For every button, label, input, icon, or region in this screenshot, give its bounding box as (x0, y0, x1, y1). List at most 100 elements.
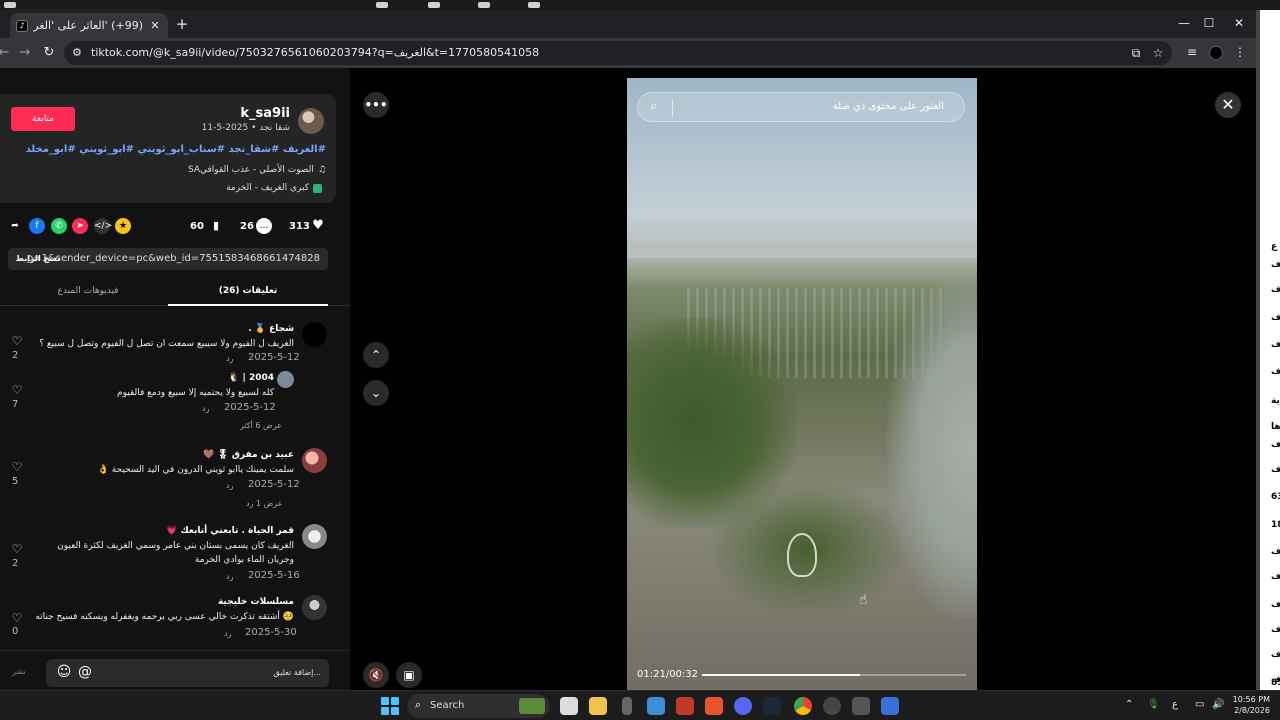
steam-icon[interactable] (763, 697, 781, 715)
cutoff-text: ف (1271, 465, 1280, 475)
profile-avatar[interactable] (1209, 46, 1223, 60)
reply-link[interactable]: رد (202, 404, 209, 413)
language-indicator[interactable]: ع (1172, 699, 1178, 710)
app-icon[interactable] (647, 697, 665, 715)
reload-icon[interactable]: ↻ (41, 45, 57, 60)
comment-avatar[interactable] (302, 448, 327, 473)
embed-gold-icon[interactable]: ★ (115, 218, 131, 234)
reply-link[interactable]: رد (226, 481, 233, 490)
comment-author[interactable]: قمر الحياة . تابعني أتابعك 💗 (166, 526, 294, 536)
music-note-icon: ♫ (317, 165, 326, 175)
bookmark-star-icon[interactable]: ☆ (1151, 46, 1165, 60)
heart-icon[interactable]: ♥ (310, 218, 326, 234)
heart-icon[interactable]: ♡ (10, 383, 24, 397)
url-text[interactable]: tiktok.com/@k_sa9ii/video/75032765610602… (91, 46, 539, 59)
tab-comments[interactable]: تعليقات (26) (168, 286, 328, 296)
menu-icon[interactable]: ⋮ (1232, 45, 1248, 59)
share-icon[interactable]: ➦ (7, 218, 23, 234)
progress-bar[interactable] (702, 674, 966, 676)
related-search-text[interactable]: العثور على محتوى ذي صلة (833, 101, 944, 112)
related-search-bar[interactable]: ⌕ العثور على محتوى ذي صلة (637, 92, 965, 122)
comment-avatar[interactable] (302, 524, 327, 549)
app-icon[interactable] (622, 697, 632, 715)
strip-item (4, 2, 16, 8)
app-icon[interactable] (852, 697, 870, 715)
facebook-icon[interactable]: f (29, 218, 45, 234)
file-explorer-icon[interactable] (589, 697, 607, 715)
app-icon[interactable] (881, 697, 899, 715)
hashtags[interactable]: #الغريف #شقا_نجد #سناب_ابو_ثويني #ابو_ثو… (26, 144, 326, 155)
network-icon[interactable]: ▭ (1195, 699, 1204, 710)
site-info-icon[interactable]: ⚙ (72, 46, 82, 59)
heart-icon[interactable]: ♡ (10, 460, 24, 474)
pip-icon[interactable]: ▣ (396, 662, 422, 688)
more-dots-icon[interactable]: ••• (363, 92, 389, 118)
comment-like-count: 2 (12, 350, 19, 361)
window-close-icon[interactable]: ✕ (1230, 16, 1248, 30)
music-title[interactable]: الصوت الأصلي - عذب القوافيSA (188, 165, 314, 175)
reply-link[interactable]: رد (226, 354, 233, 363)
mute-icon[interactable]: 🔇 (363, 662, 389, 688)
close-tab-icon[interactable]: ✕ (148, 19, 162, 32)
chrome-icon[interactable] (794, 697, 812, 715)
emoji-icon[interactable]: ☺ (56, 664, 72, 680)
video-player[interactable]: ⌕ العثور على محتوى ذي صلة 01:21/00:32 ☝ (627, 78, 977, 698)
view-replies-link[interactable]: عرض 1 رد (246, 499, 282, 508)
new-tab-button[interactable]: + (174, 15, 190, 33)
heart-icon[interactable]: ♡ (10, 611, 24, 625)
heart-icon[interactable]: ♡ (10, 542, 24, 556)
comment-author[interactable]: 2004 | 🐧 (228, 373, 274, 383)
music-line[interactable]: ♫ الصوت الأصلي - عذب القوافيSA (188, 165, 326, 175)
comment-avatar[interactable] (277, 371, 294, 388)
forward-icon[interactable]: → (17, 45, 33, 60)
volume-icon[interactable]: 🔊 (1212, 699, 1224, 710)
app-icon[interactable] (676, 697, 694, 715)
tab-creator-videos[interactable]: فيديوهات المبدع (8, 286, 168, 296)
minimize-icon[interactable]: — (1175, 16, 1193, 30)
mic-icon[interactable]: 🎙 (1147, 699, 1160, 710)
whatsapp-icon[interactable]: ✆ (51, 218, 67, 234)
comment-avatar[interactable] (302, 595, 327, 620)
chevron-down-icon[interactable]: ⌄ (363, 380, 389, 406)
follow-button[interactable]: متابعة (11, 107, 75, 131)
media-icon[interactable]: ≡ (1184, 45, 1200, 59)
comment-like-count: 2 (12, 558, 19, 569)
system-clock[interactable]: 10:56 PM 2/8/2026 (1228, 694, 1270, 716)
address-bar[interactable]: ⚙ tiktok.com/@k_sa9ii/video/750327656106… (64, 41, 1172, 65)
bookmark-icon[interactable]: ▮ (208, 218, 224, 234)
location-line[interactable]: كبري الغريف - الخرمة (226, 183, 322, 193)
comment-author[interactable]: عبيد بن مفرق 🎖 🤎 (203, 450, 294, 460)
comment-author[interactable]: مسلسلات خليجية (218, 597, 294, 607)
chevron-up-icon[interactable]: ⌃ (363, 342, 389, 368)
task-view-icon[interactable] (560, 697, 578, 715)
author-username[interactable]: k_sa9ii (240, 106, 290, 121)
comment-author[interactable]: شجاع 🥇 . (248, 324, 294, 334)
install-icon[interactable]: ⧉ (1129, 46, 1143, 61)
discord-icon[interactable] (734, 697, 752, 715)
post-comment-button[interactable]: نشر (12, 667, 26, 676)
reply-link[interactable]: رد (224, 629, 231, 638)
start-icon[interactable] (381, 697, 399, 715)
comment-avatar[interactable] (302, 322, 327, 347)
close-icon[interactable]: ✕ (1215, 92, 1241, 118)
browser-tab[interactable]: ♪ (99+) 'العاثر على 'الغريف' على Tok ✕ (10, 13, 168, 38)
mention-icon[interactable]: @ (77, 664, 93, 680)
comment-like-count: 0 (12, 626, 19, 637)
location-name[interactable]: كبري الغريف - الخرمة (226, 183, 309, 193)
reply-link[interactable]: رد (226, 572, 233, 581)
brave-icon[interactable] (705, 697, 723, 715)
send-icon[interactable]: ➤ (72, 218, 88, 234)
taskbar-search[interactable]: ⌕ Search (407, 694, 550, 718)
heart-icon[interactable]: ♡ (10, 334, 24, 348)
back-icon[interactable]: ← (0, 45, 12, 60)
maximize-icon[interactable]: ☐ (1200, 16, 1218, 30)
cutoff-text: ع (1271, 242, 1278, 252)
copy-link-button[interactable]: نسخ الرابط (10, 250, 66, 268)
chevron-up-icon[interactable]: ⌃ (1125, 699, 1133, 710)
author-avatar[interactable] (298, 108, 324, 134)
app-icon[interactable] (823, 697, 841, 715)
view-replies-link[interactable]: عرض 6 أكثر (240, 421, 282, 430)
comment-input[interactable]: ☺ @ إضافة تعليق... (46, 659, 329, 687)
code-icon[interactable]: </> (94, 218, 112, 234)
comment-icon[interactable]: … (256, 218, 272, 234)
